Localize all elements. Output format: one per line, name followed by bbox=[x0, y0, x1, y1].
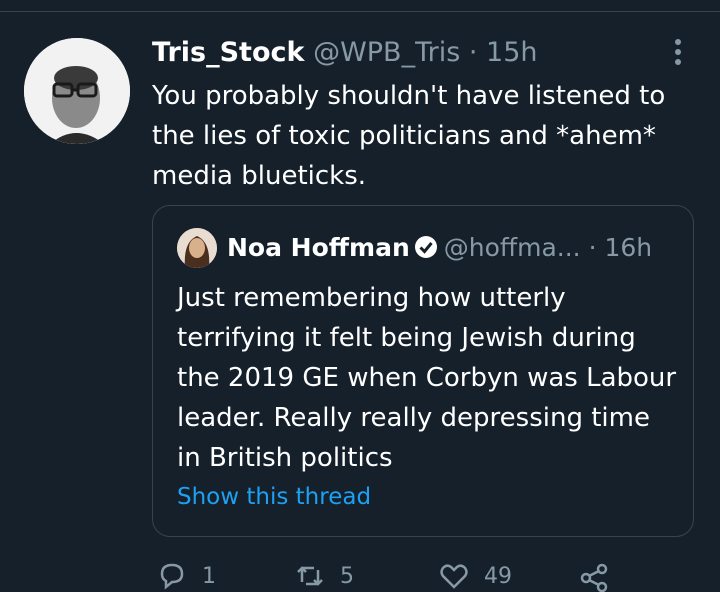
heart-icon bbox=[440, 564, 468, 589]
retweet-button[interactable]: 5 bbox=[294, 560, 354, 592]
tweet-header: Tris_Stock @WPB_Tris · 15h bbox=[152, 36, 538, 70]
top-divider bbox=[0, 11, 720, 12]
more-vertical-icon[interactable] bbox=[668, 36, 688, 70]
quoted-separator-dot: · bbox=[588, 233, 597, 262]
tweet-actions: 1 5 49 bbox=[152, 560, 712, 592]
quoted-author-handle: @hoffma... bbox=[443, 233, 581, 262]
author-name[interactable]: Tris_Stock bbox=[152, 37, 304, 68]
author-avatar[interactable] bbox=[24, 38, 130, 144]
quoted-author-name: Noa Hoffman bbox=[227, 233, 410, 262]
quoted-tweet-time: 16h bbox=[604, 233, 653, 262]
separator-dot: · bbox=[468, 37, 478, 68]
tweet-text: You probably shouldn't have listened to … bbox=[152, 81, 666, 191]
share-button[interactable] bbox=[578, 560, 624, 592]
reply-icon bbox=[160, 563, 184, 590]
like-button[interactable]: 49 bbox=[438, 560, 512, 592]
reply-count: 1 bbox=[202, 563, 216, 589]
tweet-time[interactable]: 15h bbox=[486, 37, 537, 68]
retweet-count: 5 bbox=[340, 563, 354, 589]
verified-badge-icon bbox=[414, 233, 438, 258]
like-count: 49 bbox=[484, 563, 512, 589]
quoted-tweet-card[interactable]: Noa Hoffman @hoffma... · 16h Just remembe… bbox=[152, 205, 694, 537]
author-handle[interactable]: @WPB_Tris bbox=[313, 37, 460, 68]
quoted-tweet-header: Noa Hoffman @hoffma... · 16h bbox=[227, 230, 652, 266]
retweet-icon bbox=[297, 566, 323, 586]
quoted-author-avatar bbox=[177, 228, 217, 268]
quoted-tweet-text: Just remembering how utterly terrifying … bbox=[177, 283, 677, 473]
share-icon bbox=[580, 563, 608, 592]
reply-button[interactable]: 1 bbox=[156, 560, 216, 592]
show-thread-link[interactable]: Show this thread bbox=[177, 484, 371, 510]
